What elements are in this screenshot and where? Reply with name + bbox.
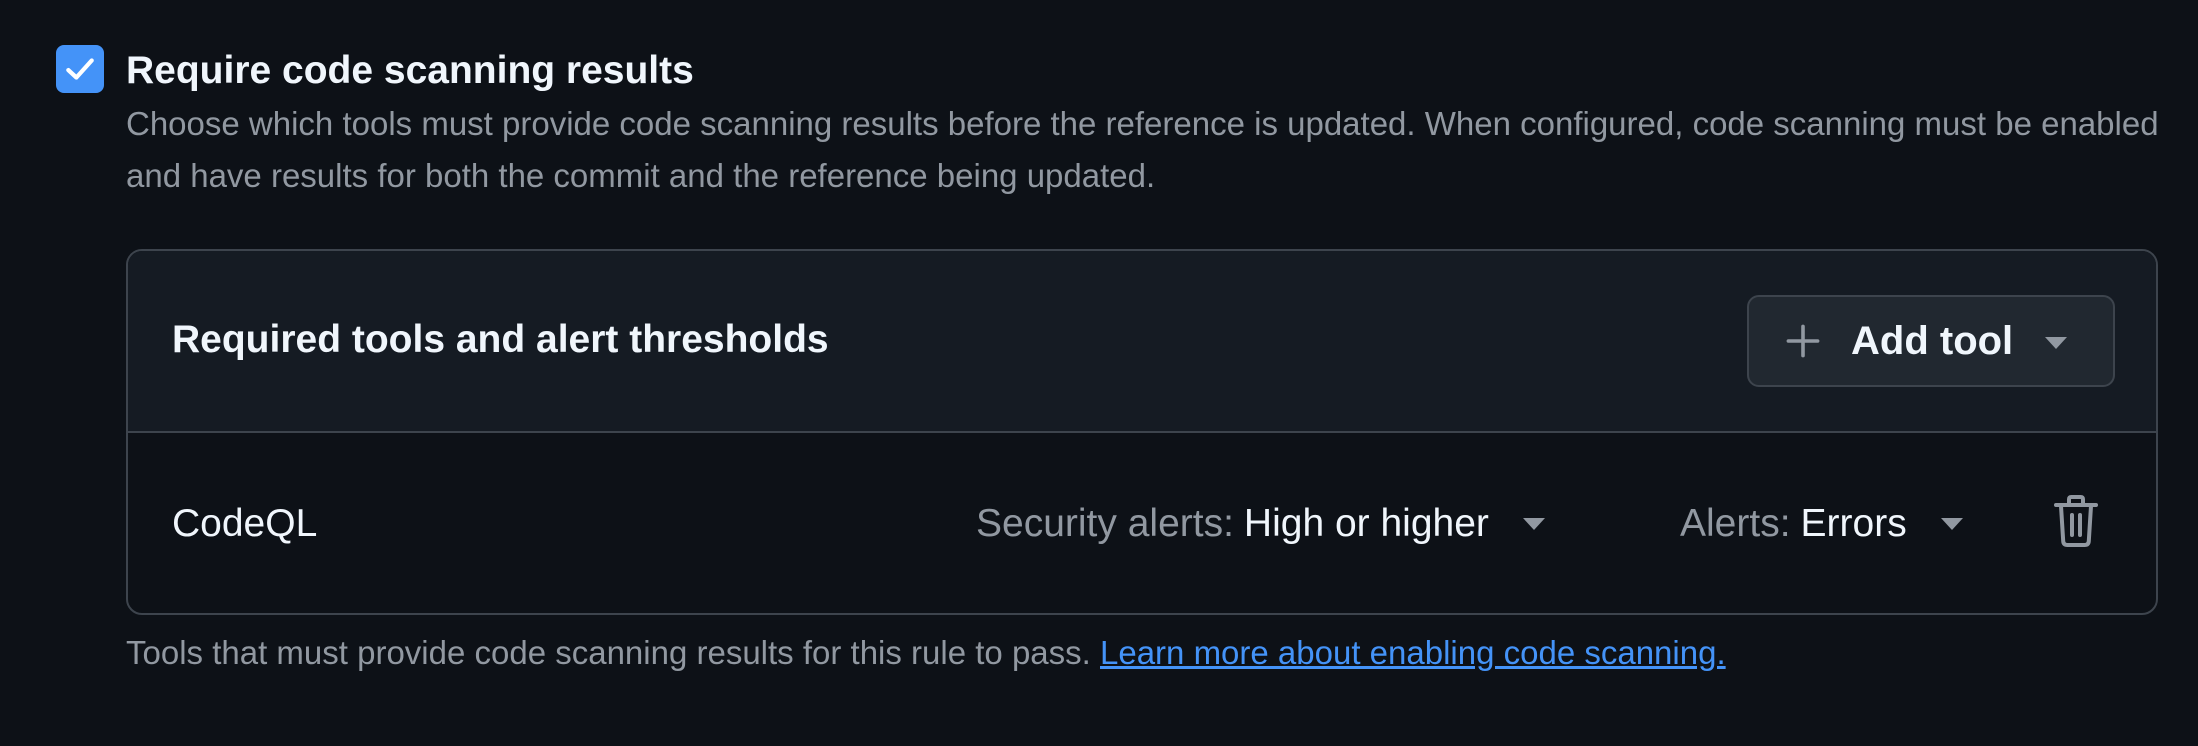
alerts-value: Errors: [1800, 502, 1907, 545]
rule-description: Choose which tools must provide code sca…: [126, 105, 2159, 194]
tool-row: CodeQL Security alerts: High or higher A…: [128, 433, 2156, 613]
triangle-down-icon: [1940, 518, 1963, 530]
add-tool-button[interactable]: Add tool: [1747, 295, 2115, 387]
triangle-down-icon: [2045, 337, 2067, 349]
triangle-down-icon: [1522, 518, 1545, 530]
check-icon: [66, 58, 94, 80]
learn-more-link[interactable]: Learn more about enabling code scanning.: [1100, 634, 1726, 671]
security-alerts-value: High or higher: [1243, 502, 1489, 545]
security-alerts-label: Security alerts:: [976, 502, 1234, 545]
alerts-label: Alerts:: [1680, 502, 1791, 545]
footer-note: Tools that must provide code scanning re…: [126, 628, 1726, 678]
footer-text: Tools that must provide code scanning re…: [126, 634, 1091, 671]
required-tools-panel: Required tools and alert thresholds Add …: [126, 249, 2158, 615]
tool-name: CodeQL: [172, 502, 318, 545]
panel-header: Required tools and alert thresholds Add …: [128, 251, 2156, 433]
trash-icon[interactable]: [2054, 495, 2098, 547]
code-scanning-rule-section: Require code scanning results Choose whi…: [0, 0, 2198, 746]
rule-title: Require code scanning results: [126, 49, 694, 92]
plus-icon: [1786, 324, 1820, 358]
security-alerts-dropdown[interactable]: Security alerts: High or higher: [976, 493, 1545, 555]
alerts-dropdown[interactable]: Alerts: Errors: [1680, 493, 1963, 555]
add-tool-label: Add tool: [1851, 318, 2014, 363]
panel-title: Required tools and alert thresholds: [172, 318, 829, 361]
require-code-scanning-checkbox[interactable]: [56, 45, 104, 93]
